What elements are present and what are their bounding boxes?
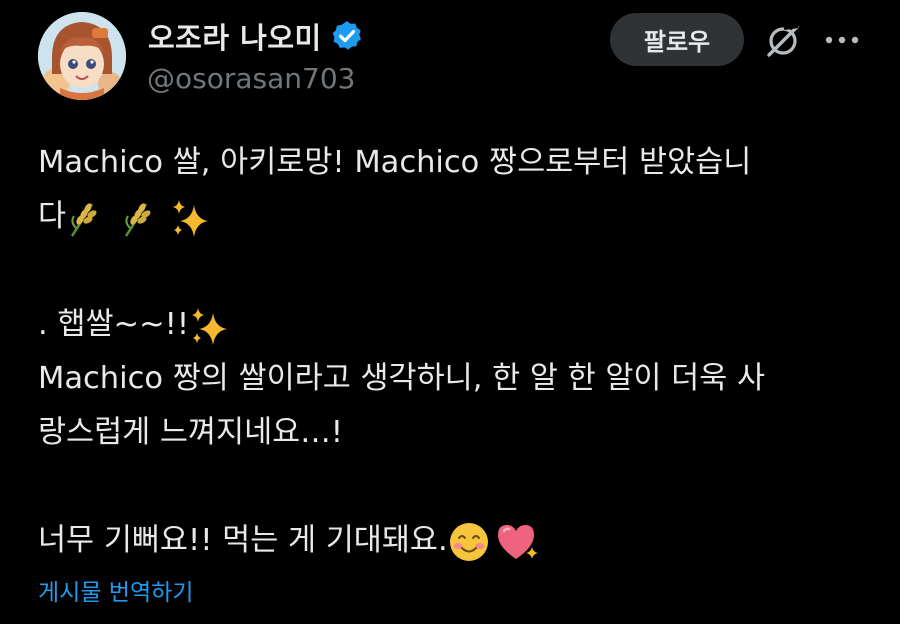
tweet-line: Machico 쌀, 아키로망! Machico 짱으로부터 받았습니	[38, 136, 878, 190]
avatar-illustration	[38, 12, 126, 100]
tweet-line: 랑스럽게 느껴지네요…!	[38, 406, 878, 460]
grok-icon[interactable]	[764, 22, 802, 60]
tweet-line	[38, 244, 878, 298]
rice-plant-emoji-icon	[125, 202, 151, 237]
verified-badge-icon	[332, 21, 361, 50]
tweet-line: Machico 짱의 쌀이라고 생각하니, 한 알 한 알이 더욱 사	[38, 352, 878, 406]
author-name-row: 오조라 나오미	[148, 14, 364, 58]
tweet-header: 오조라 나오미 @osorasan703 팔로우	[0, 0, 900, 110]
tweet-text-segment: Machico 짱의 쌀이라고 생각하니, 한 알 한 알이 더욱 사	[38, 361, 766, 396]
rice-plant-emoji-icon	[71, 202, 97, 237]
tweet-text: Machico 쌀, 아키로망! Machico 짱으로부터 받았습니 다 . …	[38, 136, 878, 568]
tweet-text-segment: 랑스럽게 느껴지네요…!	[38, 415, 343, 450]
tweet-text-segment: . 햅쌀~~!!	[38, 307, 190, 342]
follow-button[interactable]: 팔로우	[610, 13, 744, 66]
more-icon[interactable]	[823, 33, 861, 47]
smiling-face-emoji-icon	[449, 522, 488, 561]
author-display-name[interactable]: 오조라 나오미	[148, 15, 322, 57]
sparkles-emoji-icon	[173, 199, 209, 237]
sparkles-emoji-icon	[192, 307, 228, 345]
tweet-line: 다	[38, 190, 878, 244]
author-handle[interactable]: @osorasan703	[147, 62, 355, 95]
translate-post-link[interactable]: 게시물 번역하기	[38, 573, 193, 607]
tweet-text-segment: Machico 쌀, 아키로망! Machico 짱으로부터 받았습니	[38, 145, 752, 180]
tweet-line: . 햅쌀~~!!	[38, 298, 878, 352]
author-avatar[interactable]	[38, 12, 126, 100]
tweet-line: 너무 기뻐요!! 먹는 게 기대돼요.	[38, 514, 878, 568]
sparkling-heart-emoji-icon	[497, 524, 538, 559]
tweet-line	[38, 460, 878, 514]
tweet-text-segment: 다	[38, 199, 67, 234]
tweet-text-segment: 너무 기뻐요!! 먹는 게 기대돼요.	[38, 523, 448, 558]
